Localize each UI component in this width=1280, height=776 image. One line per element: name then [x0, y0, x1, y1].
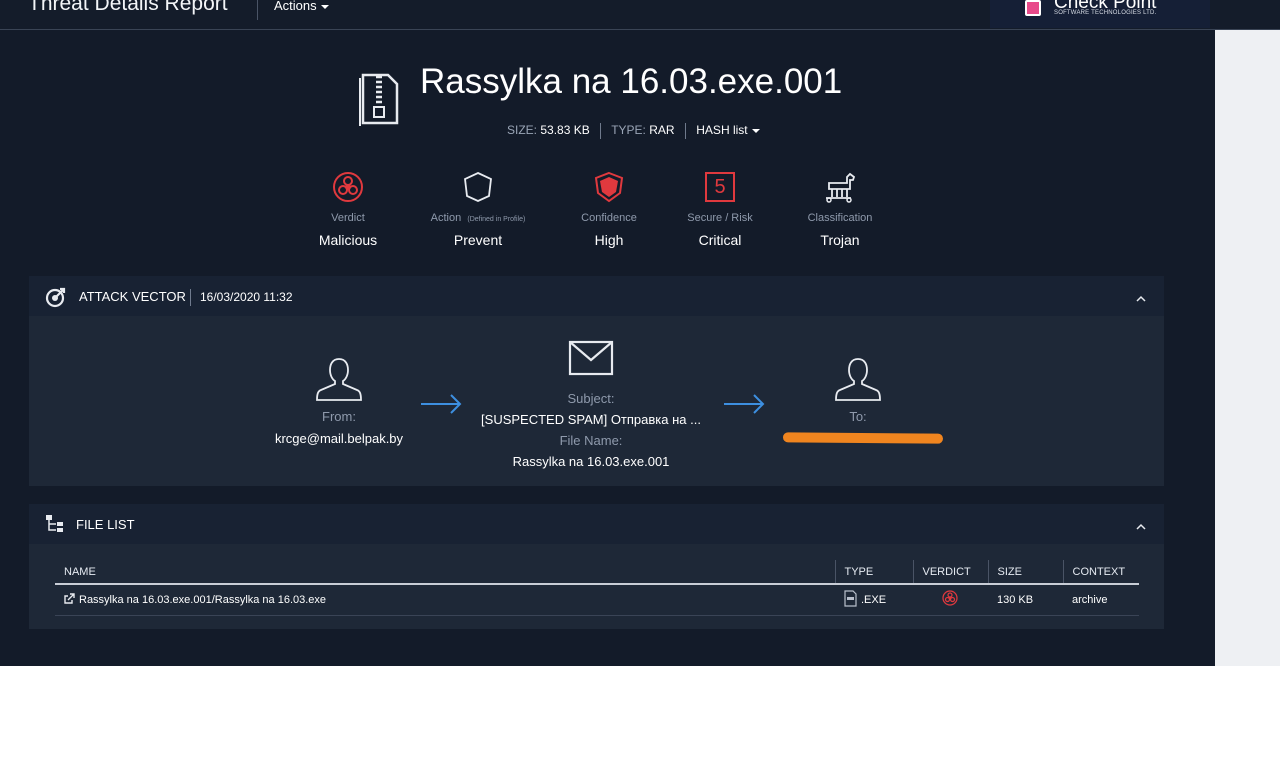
type-value: RAR [649, 123, 675, 138]
check-point-logo-icon [1025, 0, 1041, 16]
column-header-context[interactable]: CONTEXT [1062, 560, 1139, 585]
file-verdict-cell [913, 584, 988, 616]
table-row[interactable]: Rassylka na 16.03.exe.001/Rassylka na 16… [55, 584, 1139, 616]
column-header-name[interactable]: NAME [55, 560, 835, 585]
exe-file-icon [844, 590, 857, 610]
file-context-cell: archive [1063, 584, 1139, 616]
action-label-note: (Defined in Profile) [467, 216, 526, 223]
vendor-logo: Check Point SOFTWARE TECHNOLOGIES LTD. [990, 0, 1210, 28]
column-header-verdict[interactable]: VERDICT [912, 560, 988, 585]
actions-menu[interactable]: Actions [274, 0, 329, 13]
trojan-horse-icon [760, 170, 920, 204]
to-label: To: [849, 409, 867, 424]
recipient-column: To: [788, 356, 928, 424]
caret-down-icon [751, 129, 760, 133]
page-edge [1215, 28, 1280, 776]
classification-value: Trojan [820, 232, 860, 248]
arrow-right-icon [723, 394, 765, 419]
column-header-size[interactable]: SIZE [987, 560, 1063, 585]
classification-label: Classification [807, 212, 873, 224]
file-meta: SIZE: 53.83 KB TYPE: RAR HASH list [507, 123, 760, 139]
file-list-header[interactable]: FILE LIST [29, 504, 1164, 544]
divider [684, 123, 686, 139]
redaction-mark [782, 432, 944, 444]
top-bar: Threat Details Report Actions Check Poin… [0, 0, 1280, 30]
subject-label: Subject: [567, 391, 615, 406]
email-column: Subject: [SUSPECTED SPAM] Отправка на ..… [459, 340, 723, 469]
attack-vector-title: ATTACK VECTOR [79, 289, 186, 304]
divider [190, 289, 191, 306]
action-label-text: Action [430, 212, 462, 224]
type-label: TYPE: [611, 123, 646, 138]
chevron-up-icon[interactable] [1136, 290, 1146, 308]
user-icon [788, 356, 928, 407]
file-list-table: NAME TYPE VERDICT SIZE CONTEXT Rassylka … [55, 560, 1139, 616]
archive-file-icon [358, 72, 400, 131]
divider [600, 123, 602, 139]
logo-subtitle: SOFTWARE TECHNOLOGIES LTD. [1054, 10, 1157, 16]
subject-value: [SUSPECTED SPAM] Отправка на ... [481, 412, 701, 427]
arrow-right-icon [420, 394, 462, 419]
file-name-title: Rassylka na 16.03.exe.001 [420, 62, 843, 101]
filename-label: File Name: [559, 433, 623, 448]
biohazard-icon [942, 590, 958, 609]
attack-vector-icon [45, 286, 67, 313]
divider [257, 0, 258, 20]
attack-vector-body: From: krcge@mail.belpak.by Subject: [SUS… [29, 316, 1164, 486]
file-type-text: .EXE [861, 593, 887, 606]
external-link-icon[interactable] [64, 593, 75, 607]
classification-summary: Classification Trojan [760, 170, 920, 248]
column-header-type[interactable]: TYPE [834, 560, 913, 585]
file-name-cell[interactable]: Rassylka na 16.03.exe.001/Rassylka na 16… [55, 584, 835, 616]
envelope-icon [459, 340, 723, 381]
file-tree-icon [45, 514, 67, 539]
size-value: 53.83 KB [540, 123, 590, 138]
file-type-cell: .EXE [835, 584, 913, 616]
caret-down-icon [320, 4, 329, 9]
filename-value: Rassylka na 16.03.exe.001 [512, 454, 670, 469]
page-edge [0, 666, 1280, 776]
actions-label: Actions [274, 0, 317, 13]
size-label: SIZE: [507, 123, 538, 138]
chevron-up-icon[interactable] [1136, 518, 1146, 536]
attack-vector-header[interactable]: ATTACK VECTOR 16/03/2020 11:32 [29, 276, 1164, 316]
risk-badge: 5 [705, 172, 735, 202]
app-title: Threat Details Report [28, 0, 228, 15]
file-name-text: Rassylka na 16.03.exe.001/Rassylka na 16… [79, 593, 327, 606]
hash-list-dropdown[interactable]: HASH list [696, 123, 760, 138]
from-value: krcge@mail.belpak.by [274, 431, 404, 446]
file-size-cell: 130 KB [988, 584, 1063, 616]
hash-list-label: HASH list [696, 123, 748, 138]
table-header-row: NAME TYPE VERDICT SIZE CONTEXT [55, 560, 1139, 585]
file-list-title: FILE LIST [76, 517, 135, 532]
attack-vector-date: 16/03/2020 11:32 [200, 290, 293, 304]
